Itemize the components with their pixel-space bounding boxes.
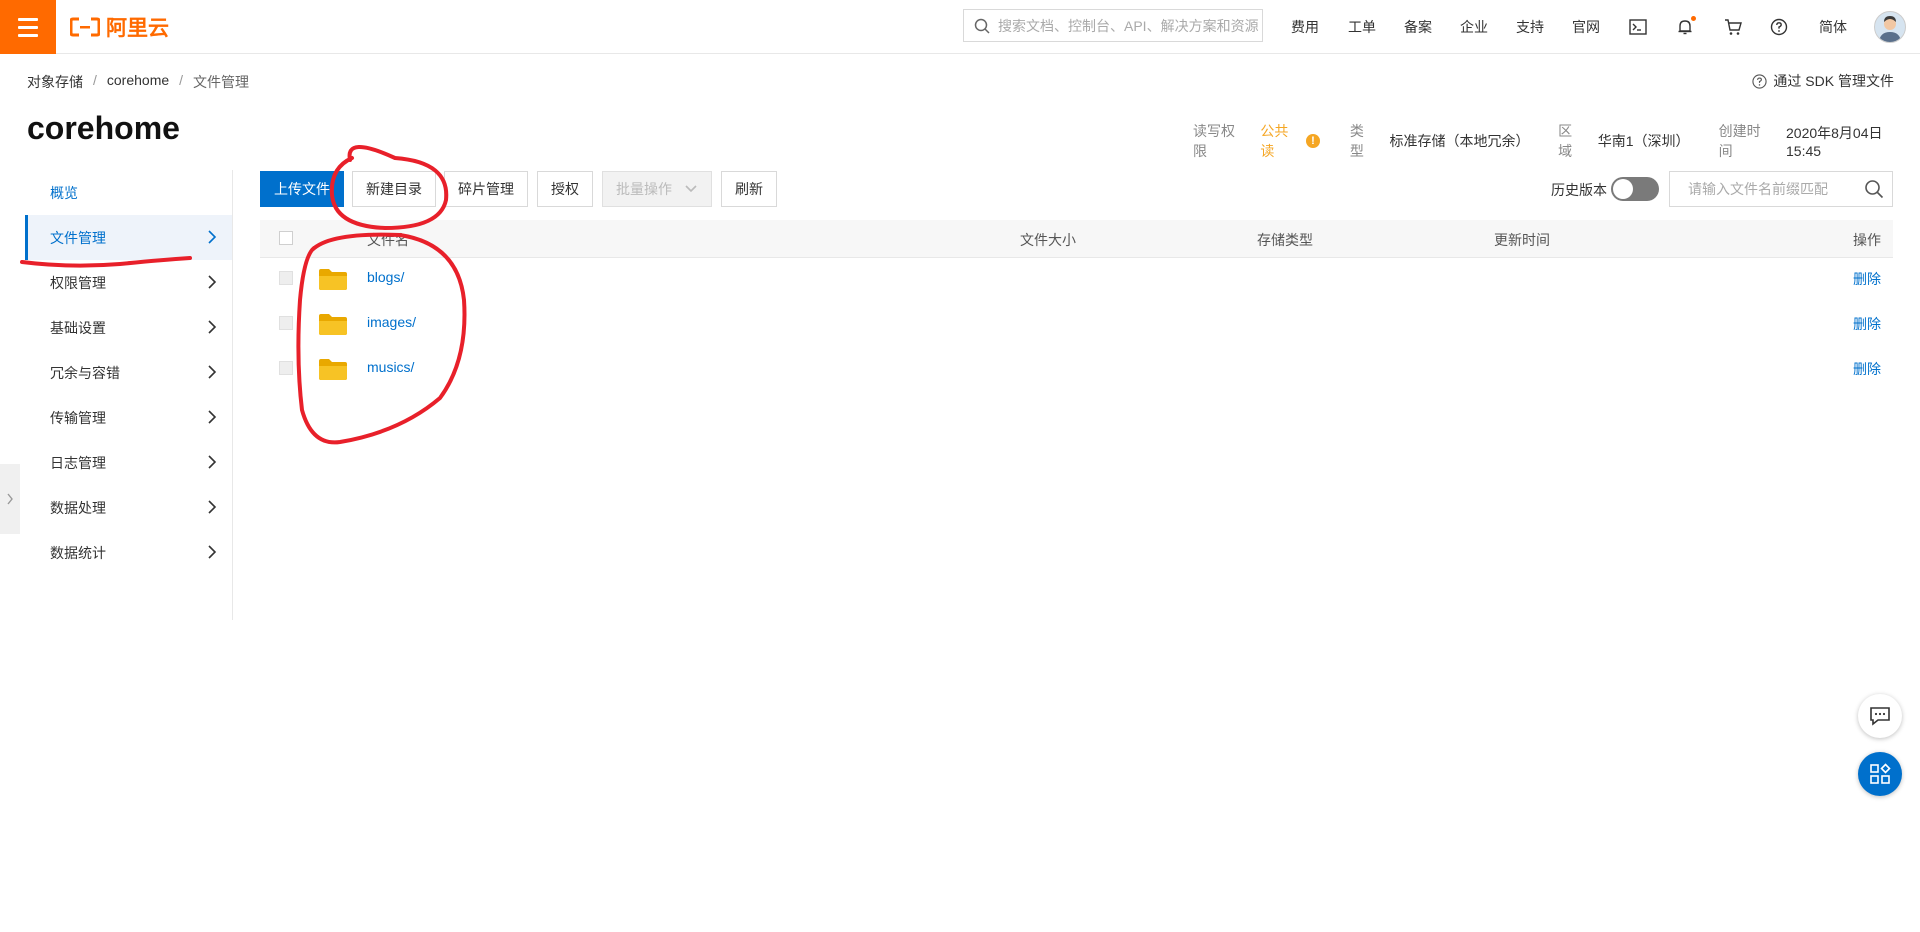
page-title: corehome	[27, 110, 180, 146]
avatar-icon	[1879, 16, 1901, 42]
file-name-link[interactable]: musics/	[367, 359, 414, 375]
chevron-right-icon	[7, 493, 13, 505]
cart-icon[interactable]	[1721, 15, 1745, 39]
nav-fees[interactable]: 费用	[1291, 0, 1319, 54]
table-row: musics/ 删除	[260, 346, 1893, 391]
nav-support[interactable]: 支持	[1516, 0, 1544, 54]
top-navigation-bar: 阿里云 搜索文档、控制台、API、解决方案和资源 费用 工单 备案 企业 支持 …	[0, 0, 1920, 54]
apps-grid-icon	[1870, 763, 1891, 784]
chat-feedback-button[interactable]	[1858, 694, 1902, 738]
created-value: 2020年8月04日 15:45	[1786, 125, 1883, 159]
sidebar-item-data-processing[interactable]: 数据处理	[25, 485, 232, 530]
notification-dot	[1691, 16, 1696, 21]
chevron-right-icon	[208, 230, 217, 244]
chevron-right-icon	[208, 455, 217, 469]
sidebar-item-basic-settings[interactable]: 基础设置	[25, 305, 232, 350]
bucket-meta: 读写权限 公共读 ! 类型 标准存储（本地冗余） 区域 华南1（深圳） 创建时间…	[1193, 121, 1920, 161]
terminal-icon[interactable]	[1626, 15, 1650, 39]
quick-apps-button[interactable]	[1858, 752, 1902, 796]
language-switch[interactable]: 简体	[1819, 0, 1847, 54]
column-filesize: 文件大小	[1020, 232, 1076, 248]
created-label: 创建时间	[1718, 123, 1761, 159]
sidebar-item-statistics[interactable]: 数据统计	[25, 530, 232, 575]
nav-tickets[interactable]: 工单	[1348, 0, 1376, 54]
folder-icon	[319, 359, 347, 380]
row-checkbox[interactable]	[279, 271, 293, 285]
filename-prefix-search-input[interactable]: 请输入文件名前缀匹配	[1669, 171, 1893, 207]
table-row: images/ 删除	[260, 301, 1893, 346]
table-row: blogs/ 删除	[260, 256, 1893, 301]
global-search-input[interactable]: 搜索文档、控制台、API、解决方案和资源	[963, 9, 1263, 42]
bell-icon[interactable]	[1673, 15, 1697, 39]
nav-official-site[interactable]: 官网	[1572, 0, 1600, 54]
sidebar-item-overview[interactable]: 概览	[25, 170, 232, 215]
expand-sidebar-handle[interactable]	[0, 464, 20, 534]
help-icon[interactable]	[1767, 15, 1791, 39]
breadcrumb-oss[interactable]: 对象存储	[27, 72, 83, 92]
breadcrumb: 对象存储 / corehome / 文件管理	[27, 72, 250, 92]
refresh-button[interactable]: 刷新	[721, 171, 777, 207]
chevron-down-icon	[685, 185, 697, 193]
sidebar-item-transfer[interactable]: 传输管理	[25, 395, 232, 440]
menu-hamburger-icon[interactable]	[0, 0, 56, 54]
fragment-management-button[interactable]: 碎片管理	[444, 171, 528, 207]
search-icon	[974, 18, 990, 34]
chevron-right-icon	[208, 410, 217, 424]
breadcrumb-current: 文件管理	[193, 74, 250, 90]
acl-value: 公共读	[1260, 123, 1289, 159]
row-checkbox[interactable]	[279, 316, 293, 330]
search-placeholder: 搜索文档、控制台、API、解决方案和资源	[998, 17, 1259, 34]
file-name-link[interactable]: images/	[367, 314, 416, 330]
chevron-right-icon	[208, 500, 217, 514]
chevron-right-icon	[208, 320, 217, 334]
nav-enterprise[interactable]: 企业	[1460, 0, 1488, 54]
column-storage-type: 存储类型	[1257, 232, 1313, 248]
warning-icon[interactable]: !	[1305, 134, 1320, 148]
file-name-link[interactable]: blogs/	[367, 269, 404, 285]
folder-icon	[319, 269, 347, 290]
select-all-checkbox[interactable]	[279, 231, 293, 245]
bucket-sidebar: 概览 文件管理 权限管理 基础设置 冗余与容错 传输管理 日志管理 数据处理 数…	[25, 170, 233, 620]
delete-link[interactable]: 删除	[1853, 269, 1881, 289]
column-updated-time: 更新时间	[1494, 232, 1550, 248]
history-version-label: 历史版本	[1551, 182, 1607, 198]
chat-icon	[1870, 707, 1890, 726]
upload-file-button[interactable]: 上传文件	[260, 171, 344, 207]
aliyun-logo-icon	[70, 17, 100, 37]
column-filename: 文件名	[367, 232, 409, 248]
chevron-right-icon	[208, 365, 217, 379]
delete-link[interactable]: 删除	[1853, 314, 1881, 334]
row-checkbox[interactable]	[279, 361, 293, 375]
acl-label: 读写权限	[1193, 123, 1235, 159]
aliyun-logo[interactable]: 阿里云	[70, 13, 169, 41]
history-version-toggle[interactable]	[1611, 177, 1659, 201]
type-value: 标准存储（本地冗余）	[1389, 133, 1530, 149]
sidebar-item-redundancy[interactable]: 冗余与容错	[25, 350, 232, 395]
breadcrumb-bucket[interactable]: corehome	[107, 72, 169, 92]
search-icon[interactable]	[1864, 179, 1884, 199]
column-actions: 操作	[1853, 232, 1881, 248]
authorize-button[interactable]: 授权	[537, 171, 593, 207]
delete-link[interactable]: 删除	[1853, 359, 1881, 379]
question-circle-icon	[1752, 73, 1768, 89]
type-label: 类型	[1349, 123, 1364, 159]
new-directory-button[interactable]: 新建目录	[352, 171, 436, 207]
sdk-manage-link[interactable]: 通过 SDK 管理文件	[1752, 71, 1894, 91]
folder-icon	[319, 314, 347, 335]
sidebar-item-logs[interactable]: 日志管理	[25, 440, 232, 485]
user-avatar[interactable]	[1874, 11, 1906, 43]
sidebar-item-file-management[interactable]: 文件管理	[25, 215, 232, 260]
region-value: 华南1（深圳）	[1597, 133, 1690, 149]
chevron-right-icon	[208, 275, 217, 289]
filter-placeholder: 请输入文件名前缀匹配	[1688, 181, 1828, 197]
batch-operation-dropdown: 批量操作	[602, 171, 712, 207]
sidebar-item-permissions[interactable]: 权限管理	[25, 260, 232, 305]
logo-text: 阿里云	[106, 17, 169, 40]
region-label: 区域	[1558, 123, 1573, 159]
chevron-right-icon	[208, 545, 217, 559]
nav-icp[interactable]: 备案	[1404, 0, 1432, 54]
file-table-header: 文件名 文件大小 存储类型 更新时间 操作	[260, 220, 1893, 258]
